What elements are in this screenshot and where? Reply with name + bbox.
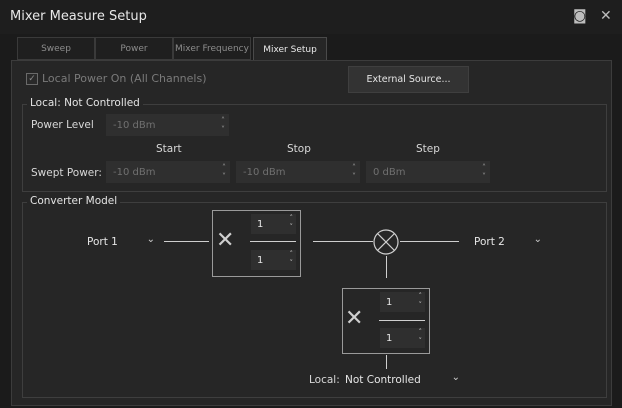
port2-value: Port 2 bbox=[474, 236, 505, 248]
local-label: Local: bbox=[309, 374, 340, 386]
signal-line bbox=[386, 256, 387, 278]
fraction-bar bbox=[379, 320, 425, 321]
local-select[interactable]: Not Controlled ⌄ bbox=[339, 369, 466, 391]
multiplier1-numerator[interactable]: 1 ˄ ˅ bbox=[251, 214, 296, 234]
signal-line bbox=[386, 355, 387, 369]
spin-arrows[interactable]: ˄ ˅ bbox=[221, 116, 225, 134]
multiply-icon: ✕ bbox=[216, 228, 235, 253]
swept-stop-field[interactable]: -10 dBm ˄ ˅ bbox=[236, 161, 360, 183]
fraction-bar bbox=[250, 241, 296, 242]
spin-arrows[interactable]: ˄ ˅ bbox=[419, 292, 423, 310]
spin-arrows[interactable]: ˄ ˅ bbox=[482, 163, 486, 181]
local-group-title: Local: Not Controlled bbox=[27, 97, 143, 109]
chevron-down-icon: ⌄ bbox=[451, 372, 460, 383]
swept-step-field[interactable]: 0 dBm ˄ ˅ bbox=[366, 161, 490, 183]
swept-start-value: -10 dBm bbox=[113, 166, 156, 178]
local-power-checkbox[interactable]: ✓ bbox=[26, 73, 38, 85]
spin-arrows[interactable]: ˄ ˅ bbox=[222, 163, 226, 181]
chevron-down-icon: ⌄ bbox=[146, 234, 155, 245]
signal-line bbox=[164, 241, 209, 242]
window-title: Mixer Measure Setup bbox=[10, 9, 147, 24]
external-source-button[interactable]: External Source... bbox=[348, 66, 469, 93]
swept-power-label: Swept Power: bbox=[31, 167, 102, 179]
port2-select[interactable]: Port 2 ⌄ bbox=[468, 231, 548, 253]
multiply-icon: ✕ bbox=[345, 306, 364, 331]
port1-value: Port 1 bbox=[87, 236, 118, 248]
tab-mixer-setup[interactable]: Mixer Setup bbox=[253, 37, 327, 61]
power-level-label: Power Level bbox=[31, 119, 94, 131]
port1-select[interactable]: Port 1 ⌄ bbox=[81, 231, 161, 253]
spin-arrows[interactable]: ˄ ˅ bbox=[290, 214, 294, 232]
multiplier1-denominator[interactable]: 1 ˄ ˅ bbox=[251, 250, 296, 270]
start-header: Start bbox=[156, 143, 182, 155]
spin-arrows[interactable]: ˄ ˅ bbox=[352, 163, 356, 181]
power-level-field[interactable]: -10 dBm ˄ ˅ bbox=[106, 114, 229, 136]
spin-arrows[interactable]: ˄ ˅ bbox=[419, 328, 423, 346]
tab-mixer-frequency[interactable]: Mixer Frequency bbox=[173, 37, 251, 60]
chevron-down-icon: ⌄ bbox=[533, 234, 542, 245]
signal-line bbox=[400, 241, 459, 242]
spin-arrows[interactable]: ˄ ˅ bbox=[290, 250, 294, 268]
swept-stop-value: -10 dBm bbox=[243, 166, 286, 178]
signal-line bbox=[313, 241, 373, 242]
power-level-value: -10 dBm bbox=[113, 119, 156, 131]
multiplier2-numerator[interactable]: 1 ˄ ˅ bbox=[380, 292, 425, 312]
swept-step-value: 0 dBm bbox=[373, 166, 406, 178]
local-value: Not Controlled bbox=[345, 374, 421, 386]
mixer-icon bbox=[373, 229, 399, 255]
stop-header: Stop bbox=[287, 143, 311, 155]
close-icon[interactable]: ✕ bbox=[600, 8, 612, 24]
step-header: Step bbox=[416, 143, 440, 155]
local-power-label: Local Power On (All Channels) bbox=[42, 72, 207, 85]
converter-group-title: Converter Model bbox=[27, 195, 121, 207]
tab-sweep[interactable]: Sweep bbox=[17, 37, 95, 60]
camera-icon[interactable]: ◙ bbox=[573, 8, 587, 24]
multiplier2-denominator[interactable]: 1 ˄ ˅ bbox=[380, 328, 425, 348]
swept-start-field[interactable]: -10 dBm ˄ ˅ bbox=[106, 161, 230, 183]
tab-power[interactable]: Power bbox=[95, 37, 173, 60]
